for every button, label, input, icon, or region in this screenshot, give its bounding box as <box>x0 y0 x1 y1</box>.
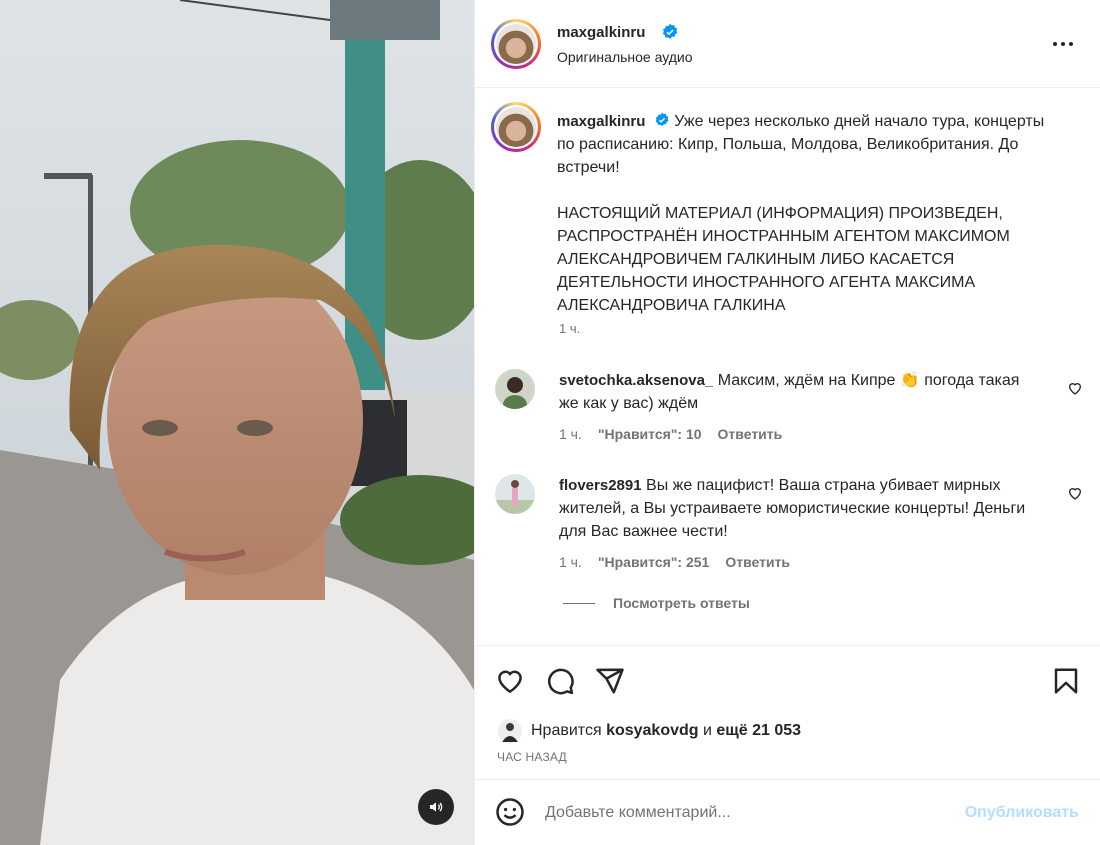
comment-time[interactable]: 1 ч. <box>559 554 582 570</box>
post-actions: Нравится kosyakovdg и ещё 21 053 ЧАС НАЗ… <box>475 645 1100 779</box>
publish-button[interactable]: Опубликовать <box>965 804 1079 822</box>
post-details-panel: maxgalkinru Оригинальное аудио maxgalkin… <box>474 0 1100 845</box>
more-options-icon[interactable] <box>1049 32 1077 56</box>
reply-button[interactable]: Ответить <box>725 554 790 570</box>
heart-icon[interactable] <box>495 666 525 696</box>
liker-username[interactable]: kosyakovdg <box>606 722 698 740</box>
commenter-username[interactable]: svetochka.aksenova_ <box>559 372 713 389</box>
replies-divider <box>563 602 595 604</box>
view-replies-label: Посмотреть ответы <box>613 595 750 611</box>
caption-time[interactable]: 1 ч. <box>559 321 580 336</box>
comment-likes[interactable]: "Нравится": 251 <box>598 554 709 570</box>
author-avatar[interactable] <box>491 19 541 69</box>
likes-count[interactable]: ещё 21 053 <box>716 722 801 740</box>
post-header: maxgalkinru Оригинальное аудио <box>475 0 1100 88</box>
caption-avatar[interactable] <box>491 102 541 152</box>
caption-body: maxgalkinru Уже через несколько дней нач… <box>557 110 1047 317</box>
comment-icon[interactable] <box>545 666 575 696</box>
share-icon[interactable] <box>595 666 625 696</box>
comment-body: svetochka.aksenova_ Максим, ждём на Кипр… <box>559 369 1029 415</box>
comment-body: flovers2891 Вы же пацифист! Ваша страна … <box>559 474 1029 543</box>
mute-toggle-button[interactable] <box>418 789 454 825</box>
commenter-avatar[interactable] <box>495 474 535 514</box>
likes-prefix: Нравится <box>531 722 602 739</box>
posted-time[interactable]: ЧАС НАЗАД <box>497 750 567 764</box>
emoji-icon[interactable] <box>495 797 525 827</box>
audio-link[interactable]: Оригинальное аудио <box>557 49 693 65</box>
author-username[interactable]: maxgalkinru <box>557 24 645 41</box>
view-replies-button[interactable]: Посмотреть ответы <box>563 595 750 611</box>
video-frame <box>0 0 474 845</box>
speaker-icon <box>430 802 443 812</box>
comment-meta: 1 ч. "Нравится": 10 Ответить <box>559 426 782 442</box>
comment-likes[interactable]: "Нравится": 10 <box>598 426 702 442</box>
add-comment-bar: Опубликовать <box>475 779 1100 845</box>
verified-badge-icon <box>655 112 669 126</box>
comments-list[interactable]: maxgalkinru Уже через несколько дней нач… <box>475 89 1100 644</box>
comment-like-heart-icon[interactable] <box>1067 485 1083 501</box>
verified-badge-icon <box>657 23 679 44</box>
comment-meta: 1 ч. "Нравится": 251 Ответить <box>559 554 790 570</box>
reply-button[interactable]: Ответить <box>718 426 783 442</box>
comment-time[interactable]: 1 ч. <box>559 426 582 442</box>
comment-like-heart-icon[interactable] <box>1067 380 1083 396</box>
comment-input[interactable] <box>545 800 945 826</box>
video-media[interactable] <box>0 0 474 845</box>
post-viewer: maxgalkinru Оригинальное аудио maxgalkin… <box>0 0 1100 845</box>
commenter-username[interactable]: flovers2891 <box>559 477 642 494</box>
likes-summary: Нравится kosyakovdg и ещё 21 053 <box>497 718 801 744</box>
caption-username[interactable]: maxgalkinru <box>557 113 645 130</box>
liker-avatar[interactable] <box>497 718 523 744</box>
likes-middle: и <box>703 722 712 739</box>
caption-notice: НАСТОЯЩИЙ МАТЕРИАЛ (ИНФОРМАЦИЯ) ПРОИЗВЕД… <box>557 205 1010 314</box>
bookmark-icon[interactable] <box>1051 666 1081 696</box>
commenter-avatar[interactable] <box>495 369 535 409</box>
